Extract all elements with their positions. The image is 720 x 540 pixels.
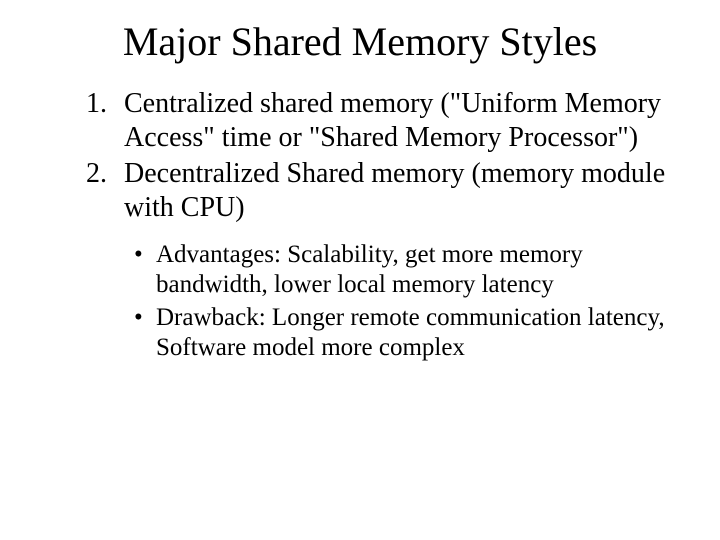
item-number: 2. [86, 157, 107, 191]
sub-item-text: Advantages: Scalability, get more memory… [156, 241, 583, 299]
item-text: Centralized shared memory ("Uniform Memo… [124, 88, 661, 153]
slide-title: Major Shared Memory Styles [68, 18, 652, 65]
item-number: 1. [86, 87, 107, 121]
sub-item: Advantages: Scalability, get more memory… [134, 240, 680, 301]
sub-item: Drawback: Longer remote communication la… [134, 303, 680, 364]
item-text: Decentralized Shared memory (memory modu… [124, 158, 665, 223]
main-list: 1. Centralized shared memory ("Uniform M… [86, 87, 680, 226]
list-item: 2. Decentralized Shared memory (memory m… [86, 157, 680, 225]
sub-list: Advantages: Scalability, get more memory… [134, 240, 680, 364]
list-item: 1. Centralized shared memory ("Uniform M… [86, 87, 680, 155]
sub-item-text: Drawback: Longer remote communication la… [156, 304, 665, 362]
